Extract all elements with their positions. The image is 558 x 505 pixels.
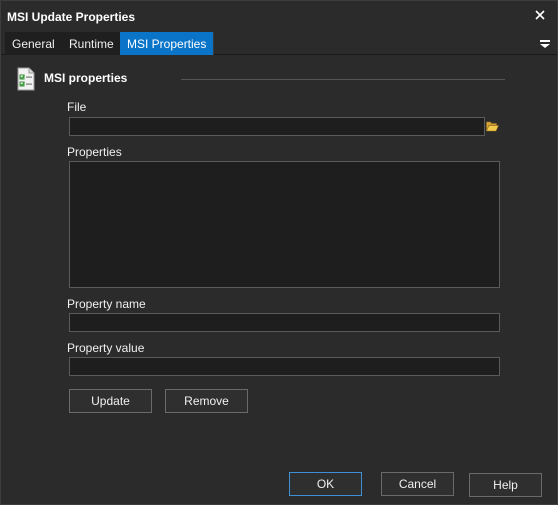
properties-label: Properties: [67, 145, 122, 159]
dialog-window: MSI Update Properties General Runtime MS…: [0, 0, 558, 505]
file-input[interactable]: [69, 117, 485, 136]
tab-general[interactable]: General: [5, 32, 63, 55]
title-bar: MSI Update Properties: [1, 1, 557, 31]
close-button[interactable]: [531, 6, 549, 24]
window-title: MSI Update Properties: [7, 10, 136, 24]
close-icon: [535, 10, 545, 20]
tab-bar: General Runtime MSI Properties: [1, 31, 557, 55]
ok-button[interactable]: OK: [289, 472, 362, 496]
section-title: MSI properties: [44, 71, 128, 85]
browse-file-button[interactable]: [485, 118, 500, 135]
menu-icon: [540, 40, 550, 48]
update-button[interactable]: Update: [69, 389, 152, 413]
property-name-input[interactable]: [69, 313, 500, 332]
checklist-document-icon: [17, 67, 35, 91]
folder-open-icon: [486, 121, 499, 132]
property-value-input[interactable]: [69, 357, 500, 376]
property-value-label: Property value: [67, 341, 145, 355]
file-label: File: [67, 100, 87, 114]
properties-list[interactable]: [69, 161, 500, 288]
help-button[interactable]: Help: [469, 473, 542, 497]
cancel-button[interactable]: Cancel: [381, 472, 454, 496]
remove-button[interactable]: Remove: [165, 389, 248, 413]
property-name-label: Property name: [67, 297, 146, 311]
tab-msi-properties[interactable]: MSI Properties: [120, 32, 215, 55]
tab-menu-button[interactable]: [539, 37, 551, 49]
section-divider: [181, 79, 505, 80]
tab-runtime[interactable]: Runtime: [62, 32, 122, 55]
